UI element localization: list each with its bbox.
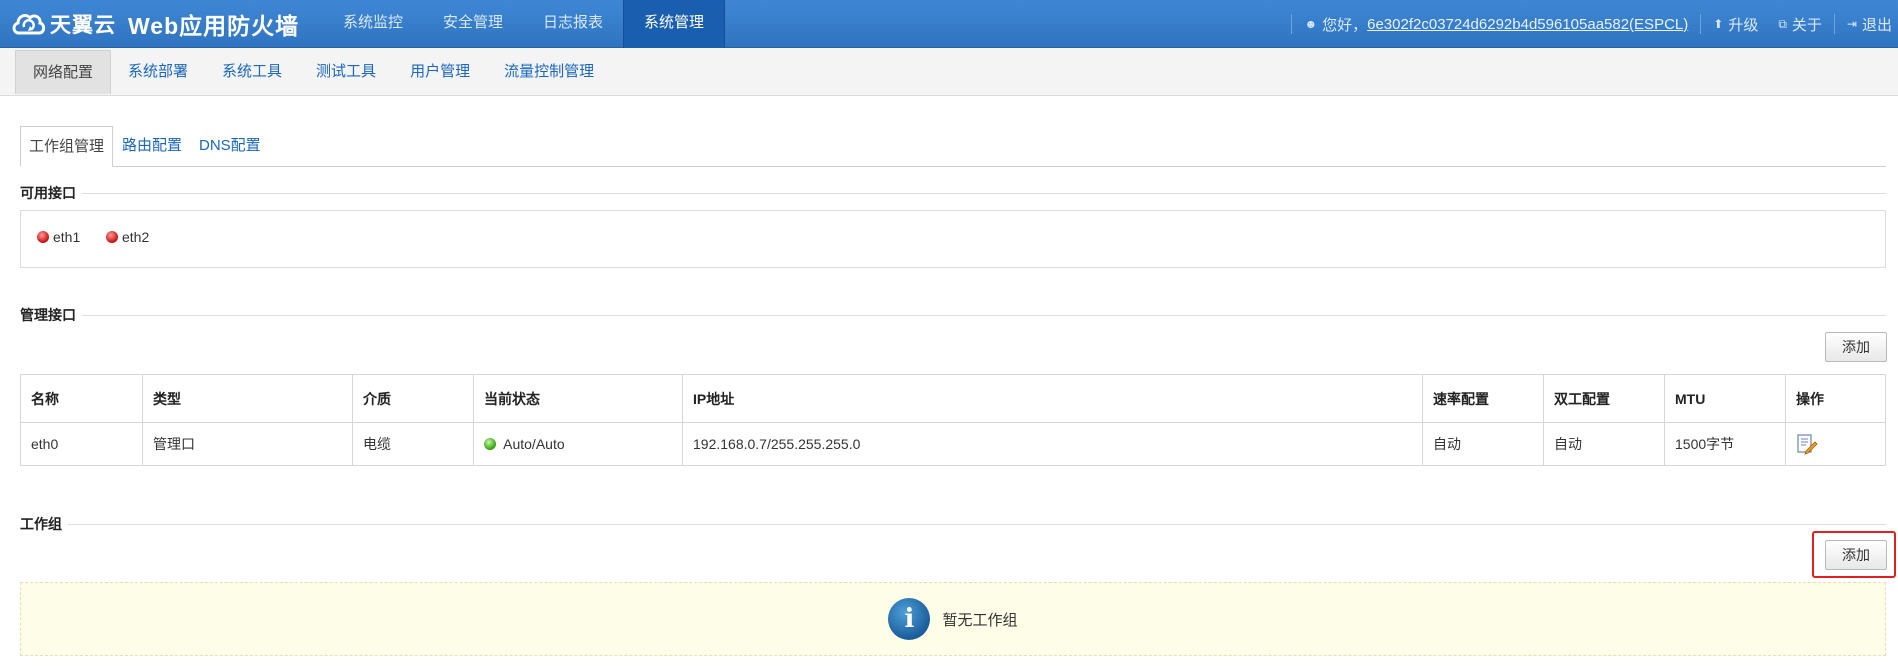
- status-dot-icon: [37, 231, 49, 243]
- cell-mtu: 1500字节: [1664, 422, 1786, 466]
- greeting-text: 您好，: [1322, 16, 1368, 34]
- section-title: 管理接口: [20, 307, 76, 323]
- sub-nav: 网络配置 系统部署 系统工具 测试工具 用户管理 流量控制管理: [0, 48, 1898, 96]
- status-dot-icon: [106, 231, 118, 243]
- cell-duplex: 自动: [1543, 422, 1665, 466]
- main-nav: 系统监控 安全管理 日志报表 系统管理: [323, 0, 726, 48]
- column-header: 速率配置: [1422, 374, 1544, 423]
- divider: [1291, 14, 1293, 34]
- section-title: 工作组: [20, 516, 62, 532]
- cell-type: 管理口: [142, 422, 353, 466]
- tab-route-config[interactable]: 路由配置: [122, 126, 182, 166]
- subnav-item-system-deploy[interactable]: 系统部署: [111, 50, 205, 94]
- tab-bar: 工作组管理 路由配置 DNS配置: [20, 126, 1886, 167]
- management-interfaces-heading: 管理接口: [20, 305, 1886, 325]
- logout-label: 退出: [1861, 16, 1892, 34]
- divider: [68, 523, 1886, 525]
- add-management-interface-button[interactable]: 添加: [1825, 332, 1887, 362]
- about-button[interactable]: ⧉ 关于: [1778, 14, 1822, 35]
- workgroup-heading: 工作组: [20, 514, 1886, 534]
- divider: [82, 314, 1886, 316]
- status-dot-icon: [484, 438, 496, 450]
- edit-icon[interactable]: [1796, 433, 1818, 455]
- upgrade-arrow-icon: ⬆: [1713, 17, 1724, 31]
- subnav-item-system-tools[interactable]: 系统工具: [205, 50, 299, 94]
- subnav-item-network-config[interactable]: 网络配置: [15, 50, 112, 94]
- company-name: 天翼云: [50, 14, 116, 37]
- cell-actions: [1785, 422, 1886, 466]
- interface-label: eth1: [53, 229, 81, 245]
- interface-item[interactable]: eth1: [37, 229, 80, 245]
- nav-item-security-management[interactable]: 安全管理: [423, 0, 523, 48]
- upgrade-label: 升级: [1728, 16, 1759, 34]
- external-window-icon: ⧉: [1778, 16, 1787, 31]
- subnav-item-user-management[interactable]: 用户管理: [393, 50, 487, 94]
- cloud-logo-icon: [12, 14, 46, 35]
- divider: [1833, 14, 1835, 34]
- username-link[interactable]: 6e302f2c03724d6292b4d596105aa582(ESPCL): [1367, 16, 1688, 33]
- logout-icon: ⇥: [1846, 17, 1857, 31]
- cell-speed: 自动: [1422, 422, 1544, 466]
- column-header: 介质: [352, 374, 474, 423]
- table-row: eth0 管理口 电缆 Auto/Auto 192.168.0.7/255.25…: [20, 422, 1886, 466]
- cell-status: Auto/Auto: [473, 422, 683, 466]
- available-interfaces-heading: 可用接口: [20, 183, 1886, 203]
- status-text: Auto/Auto: [503, 436, 565, 452]
- column-header: MTU: [1664, 374, 1786, 423]
- interface-item[interactable]: eth2: [106, 229, 149, 245]
- column-header: 当前状态: [473, 374, 683, 423]
- divider: [1700, 14, 1702, 34]
- column-header: 操作: [1785, 374, 1886, 423]
- table-header-row: 名称 类型 介质 当前状态 IP地址 速率配置 双工配置 MTU 操作: [20, 374, 1886, 423]
- column-header: IP地址: [682, 374, 1423, 423]
- nav-item-system-management[interactable]: 系统管理: [623, 0, 726, 48]
- column-header: 类型: [142, 374, 353, 423]
- upgrade-button[interactable]: ⬆ 升级: [1713, 14, 1758, 35]
- column-header: 双工配置: [1543, 374, 1665, 423]
- cell-name: eth0: [20, 422, 143, 466]
- user-icon: ☻: [1304, 17, 1318, 31]
- cell-ip: 192.168.0.7/255.255.255.0: [682, 422, 1423, 466]
- cell-medium: 电缆: [352, 422, 474, 466]
- divider: [82, 192, 1886, 194]
- logout-button[interactable]: ⇥ 退出: [1847, 14, 1892, 35]
- column-header: 名称: [20, 374, 143, 423]
- empty-message: 暂无工作组: [942, 611, 1018, 629]
- product-name: Web应用防火墙: [128, 13, 300, 39]
- nav-item-system-monitor[interactable]: 系统监控: [323, 0, 423, 48]
- nav-item-log-reports[interactable]: 日志报表: [523, 0, 623, 48]
- section-title: 可用接口: [20, 185, 76, 201]
- subnav-item-traffic-control[interactable]: 流量控制管理: [487, 50, 611, 94]
- subnav-item-test-tools[interactable]: 测试工具: [299, 50, 393, 94]
- empty-workgroup-notice: i 暂无工作组: [20, 582, 1886, 656]
- add-workgroup-button[interactable]: 添加: [1825, 540, 1887, 570]
- tab-dns-config[interactable]: DNS配置: [199, 126, 261, 166]
- info-icon: i: [888, 598, 931, 640]
- top-bar: 天翼云 Web应用防火墙 系统监控 安全管理 日志报表 系统管理 ☻ 您好， 6…: [0, 0, 1898, 48]
- management-interface-table: 名称 类型 介质 当前状态 IP地址 速率配置 双工配置 MTU 操作 eth0…: [20, 374, 1886, 466]
- interface-label: eth2: [122, 229, 150, 245]
- about-label: 关于: [1791, 16, 1822, 34]
- tab-workgroup-management[interactable]: 工作组管理: [20, 126, 114, 167]
- available-interfaces-box: eth1 eth2: [20, 210, 1886, 268]
- user-bar: ☻ 您好， 6e302f2c03724d6292b4d596105aa582(E…: [1279, 0, 1898, 48]
- brand-logo[interactable]: 天翼云 Web应用防火墙: [10, 8, 299, 40]
